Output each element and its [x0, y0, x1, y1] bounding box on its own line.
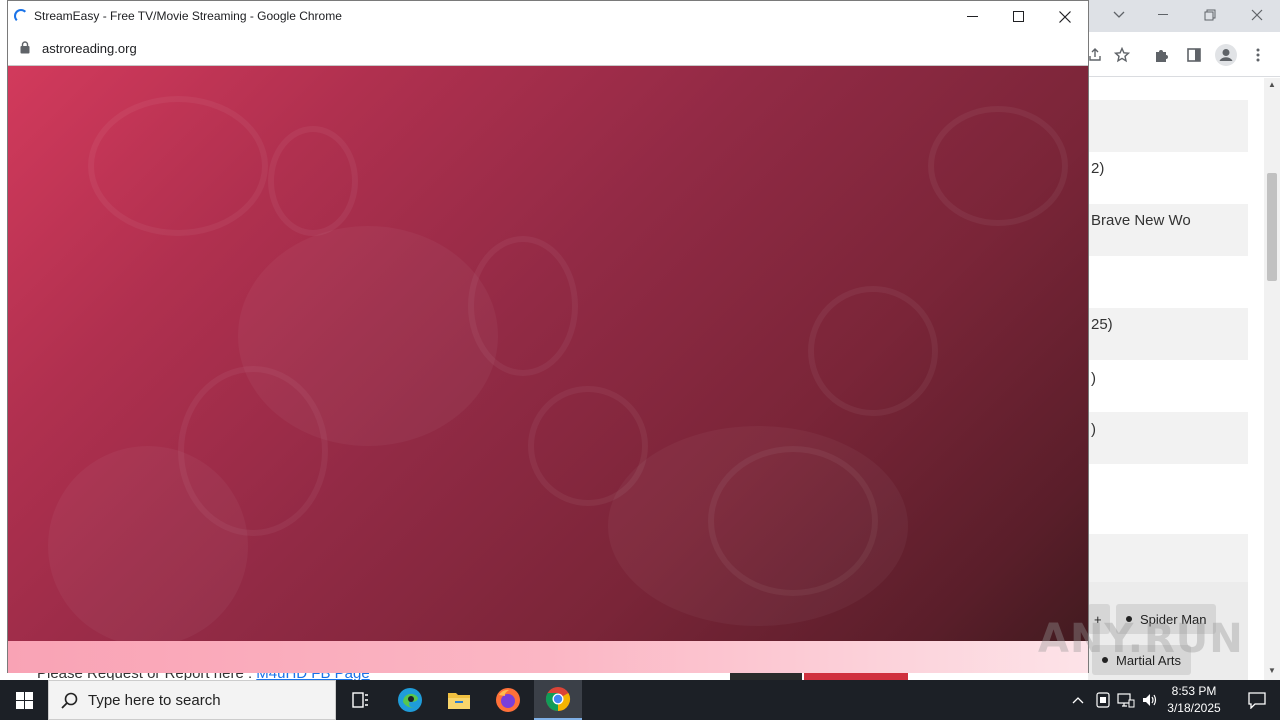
background-window-toolbar [1088, 32, 1280, 77]
profile-avatar-icon[interactable] [1213, 42, 1239, 68]
list-item[interactable] [1088, 256, 1248, 308]
address-bar[interactable]: astroreading.org [8, 32, 1088, 66]
list-item-label: 2) [1091, 160, 1105, 177]
firefox-taskbar-button[interactable] [484, 680, 532, 720]
volume-icon[interactable] [1140, 690, 1160, 710]
background-page-footer: Please Request or Report here : M4uHD FB… [8, 672, 1088, 680]
background-window-titlebar [1088, 0, 1280, 32]
close-icon[interactable] [1245, 4, 1269, 26]
notification-center-button[interactable] [1234, 680, 1280, 720]
list-item[interactable]: 2) [1088, 152, 1248, 204]
footer-button[interactable] [730, 672, 802, 680]
window-title: StreamEasy - Free TV/Movie Streaming - G… [34, 9, 342, 23]
close-button[interactable] [1042, 1, 1088, 32]
popup-window: StreamEasy - Free TV/Movie Streaming - G… [7, 0, 1089, 673]
edge-icon [398, 688, 422, 712]
minimize-icon [967, 15, 978, 17]
maximize-icon [1013, 10, 1024, 22]
lock-icon[interactable] [20, 41, 30, 54]
background-doodle [268, 126, 358, 236]
section-header [1088, 534, 1248, 582]
background-blob [238, 226, 498, 446]
folder-icon [448, 693, 470, 709]
list-item[interactable]: ) [1088, 360, 1248, 412]
url-text[interactable]: astroreading.org [42, 41, 137, 56]
taskbar-search-box[interactable]: Type here to search [48, 680, 336, 720]
close-icon [1059, 10, 1071, 23]
request-text: Please Request or Report here : [37, 672, 256, 680]
background-doodle [88, 96, 268, 236]
stream-banner[interactable] [8, 66, 1088, 673]
taskbar: Type here to search 8:53 PM 3/18/2025 [0, 680, 1280, 720]
fb-page-link[interactable]: M4uHD FB Page [256, 672, 369, 680]
notification-icon [1248, 692, 1266, 709]
kebab-menu-icon[interactable] [1245, 42, 1271, 68]
scroll-up-arrow-icon[interactable]: ▲ [1268, 80, 1276, 89]
bookmark-star-icon[interactable] [1109, 42, 1135, 68]
clock-time: 8:53 PM [1171, 684, 1217, 698]
network-icon[interactable] [1116, 690, 1136, 710]
list-item-label: 25) [1091, 316, 1113, 333]
file-explorer-taskbar-button[interactable] [435, 680, 483, 720]
windows-logo-icon [15, 691, 33, 709]
chrome-taskbar-button[interactable] [534, 680, 582, 720]
chrome-icon [545, 687, 571, 711]
list-item[interactable]: ) [1088, 412, 1248, 464]
tray-overflow-chevron-icon[interactable] [1068, 690, 1088, 710]
side-panel-icon[interactable] [1181, 42, 1207, 68]
popup-titlebar[interactable]: StreamEasy - Free TV/Movie Streaming - G… [8, 1, 1088, 32]
defender-tray-icon[interactable] [1093, 690, 1113, 710]
search-icon [61, 692, 78, 709]
clock-date: 3/18/2025 [1167, 701, 1221, 715]
background-doodle [928, 106, 1068, 226]
minimize-icon[interactable] [1152, 4, 1176, 26]
background-page-content: 2) Brave New Wo 25) ) ) + Spider Man Mar… [1088, 78, 1264, 680]
background-blob [48, 446, 248, 646]
list-item[interactable]: Brave New Wo [1088, 204, 1248, 256]
task-view-button[interactable] [336, 680, 384, 720]
list-item-label: ) [1091, 370, 1096, 387]
footer-button[interactable] [804, 672, 908, 680]
scroll-down-arrow-icon[interactable]: ▼ [1268, 666, 1276, 675]
background-blob [608, 426, 908, 626]
task-view-icon [352, 692, 368, 708]
maximize-button[interactable] [996, 1, 1042, 32]
list-item[interactable] [1088, 100, 1248, 152]
minimize-button[interactable] [950, 1, 996, 32]
restore-icon[interactable] [1198, 4, 1222, 26]
scrollbar-thumb[interactable] [1267, 173, 1277, 281]
start-button[interactable] [0, 680, 48, 720]
loading-spinner-icon [14, 9, 28, 23]
system-clock[interactable]: 8:53 PM 3/18/2025 [1160, 683, 1228, 717]
list-item-label: Brave New Wo [1091, 212, 1191, 229]
pink-footer-bar [8, 641, 1088, 673]
extensions-puzzle-icon[interactable] [1149, 42, 1175, 68]
background-doodle [808, 286, 938, 416]
list-item-label: ) [1091, 421, 1096, 438]
page-scrollbar[interactable]: ▲ ▼ [1264, 78, 1280, 680]
edge-taskbar-button[interactable] [386, 680, 434, 720]
anyrun-watermark: ANY.RUN [1038, 616, 1244, 662]
search-placeholder: Type here to search [88, 691, 221, 709]
firefox-icon [496, 688, 520, 712]
tab-search-chevron-icon[interactable] [1107, 4, 1131, 26]
list-item[interactable]: 25) [1088, 308, 1248, 360]
